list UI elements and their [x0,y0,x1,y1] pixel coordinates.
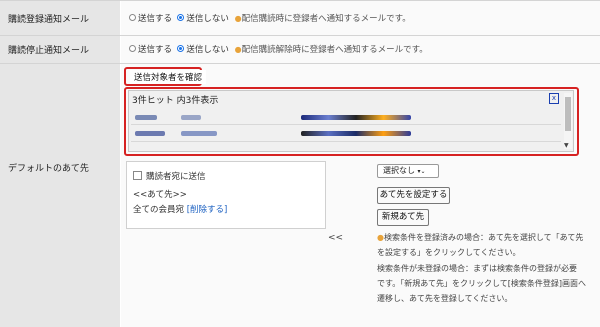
recipient-select-value: 選択なし [383,166,415,175]
lightbulb-icon: ● [234,44,242,54]
hits-panel-highlight [124,87,579,156]
all-members-label: 全ての会員宛 [133,205,185,215]
note-line-4: です。「新規あて先」をクリックして[検索条件登録]画面へ [377,279,587,288]
subscribe-notification-row: 購読登録通知メール 送信する 送信しない ●配信購読時に登録者へ通知するメールで… [0,1,600,35]
subscribe-notification-label: 購読登録通知メール [0,1,120,35]
subscribe-nosend-radio[interactable] [177,13,185,21]
subscribe-notification-value: 送信する 送信しない ●配信購読時に登録者へ通知するメールです。 [121,1,600,35]
unsubscribe-send-radio[interactable] [129,44,136,52]
chevron-down-icon: ▾⌄ [417,168,426,175]
recipient-select[interactable]: 選択なし ▾⌄ [377,164,439,178]
move-left-button[interactable]: << [328,233,343,243]
unsubscribe-notification-row: 購読停止通知メール 送信する 送信しない ●配信購読解除時に登録者へ通知するメー… [0,36,600,63]
subscribe-nosend-label: 送信しない [186,14,229,24]
subscriber-checkbox-label: 購読者宛に送信 [146,172,206,182]
lightbulb-icon: ● [234,13,242,23]
set-recipient-button[interactable]: あて先を設定する [377,187,450,204]
note-line-2: を設定する」をクリックしてください。 [377,248,521,257]
subscribe-send-radio[interactable] [129,13,136,21]
default-recipient-label: デフォルトのあて先 [0,64,120,327]
lightbulb-icon: ● [377,233,384,242]
note-line-1: 検索条件を登録済みの場合：あて先を選択して「あて先 [383,233,584,242]
recipient-box: 購読者宛に送信 <<あて先>> 全ての会員宛 [削除する] [126,161,326,229]
subscribe-hint: 配信購読時に登録者へ通知するメールです。 [241,14,411,24]
new-recipient-button[interactable]: 新規あて先 [377,209,429,226]
note-line-5: 遷移し、あて先を登録してください。 [377,294,513,303]
unsubscribe-send-label: 送信する [138,45,173,55]
subscribe-send-label: 送信する [138,14,173,24]
recipient-header: <<あて先>> [133,190,187,200]
delete-link[interactable]: [削除する] [187,205,228,215]
unsubscribe-notification-label: 購読停止通知メール [0,36,120,63]
subscriber-checkbox[interactable] [133,171,142,180]
unsubscribe-hint: 配信購読解除時に登録者へ通知するメールです。 [241,45,428,55]
unsubscribe-notification-value: 送信する 送信しない ●配信購読解除時に登録者へ通知するメールです。 [121,36,600,63]
unsubscribe-nosend-label: 送信しない [186,45,229,55]
confirm-recipients-button[interactable]: 送信対象者を確認 [130,70,207,84]
unsubscribe-nosend-radio[interactable] [177,44,185,52]
note-line-3: 検索条件が未登録の場合：まずは検索条件の登録が必要 [377,264,577,273]
